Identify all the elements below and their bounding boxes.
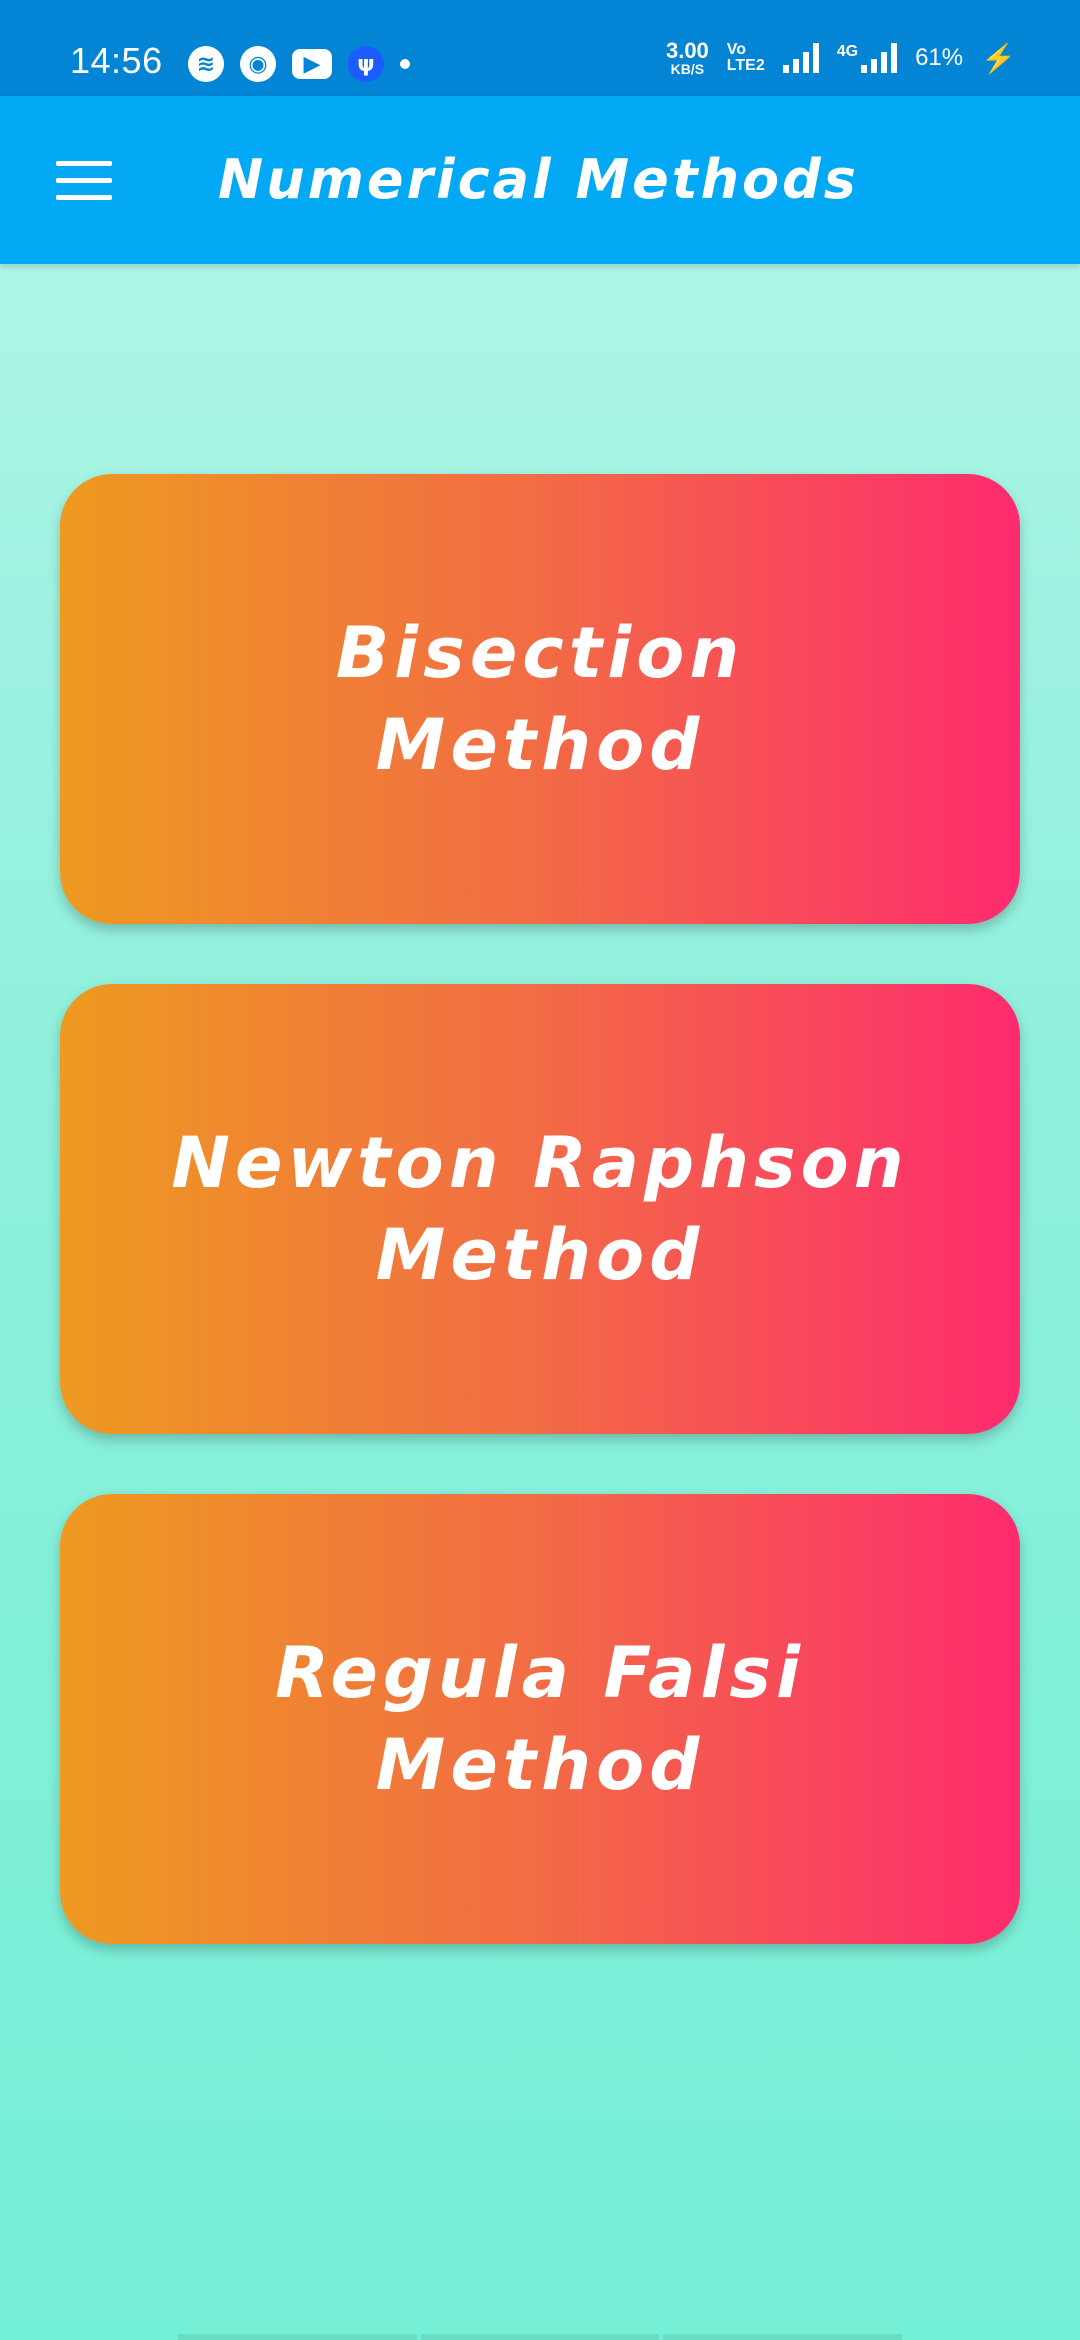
menu-line xyxy=(56,160,112,166)
network-speed-value: 3.00 xyxy=(665,38,709,63)
youtube-icon: ▶ xyxy=(292,49,332,79)
status-time: 14:56 xyxy=(70,40,163,81)
regula-falsi-method-card[interactable]: Regula Falsi Method xyxy=(60,1494,1020,1944)
navigation-hint-bar xyxy=(178,2334,903,2340)
app-title: Numerical Methods xyxy=(218,148,859,211)
volte-indicator: Vo LTE2 xyxy=(727,42,765,74)
volte-bottom: LTE2 xyxy=(726,57,765,74)
menu-line xyxy=(56,194,112,200)
newton-raphson-method-card[interactable]: Newton Raphson Method xyxy=(60,984,1020,1434)
bisection-method-card[interactable]: Bisection Method xyxy=(60,474,1020,924)
card-label: Newton Raphson Method xyxy=(171,1122,909,1296)
card-label: Regula Falsi Method xyxy=(274,1632,806,1806)
network-speed-unit: KB/S xyxy=(670,61,705,77)
status-system-icons: 3.00 KB/S Vo LTE2 4G 61% ⚡ xyxy=(665,38,1016,77)
menu-line xyxy=(56,177,112,183)
signal-4g-icon: 4G xyxy=(836,43,898,73)
card-label: Bisection Method xyxy=(335,612,745,786)
chrome-icon: ◉ xyxy=(240,46,276,82)
usb-icon: ψ xyxy=(348,46,384,82)
status-notification-icons: ≋ ◉ ▶ ψ xyxy=(188,46,410,82)
volte-top: Vo xyxy=(726,41,747,58)
charging-icon: ⚡ xyxy=(981,42,1016,74)
dot-icon xyxy=(400,59,410,69)
signal-icon xyxy=(782,43,819,73)
status-bar: 14:56 ≋ ◉ ▶ ψ 3.00 KB/S Vo LTE2 4G 61% ⚡ xyxy=(0,0,1080,96)
battery-level: 61% xyxy=(915,44,964,71)
hamburger-menu-button[interactable] xyxy=(40,140,128,220)
network-speed: 3.00 KB/S xyxy=(665,38,709,77)
app-bar: Numerical Methods xyxy=(0,96,1080,264)
network-type: 4G xyxy=(836,43,859,60)
spotify-icon: ≋ xyxy=(188,46,224,82)
